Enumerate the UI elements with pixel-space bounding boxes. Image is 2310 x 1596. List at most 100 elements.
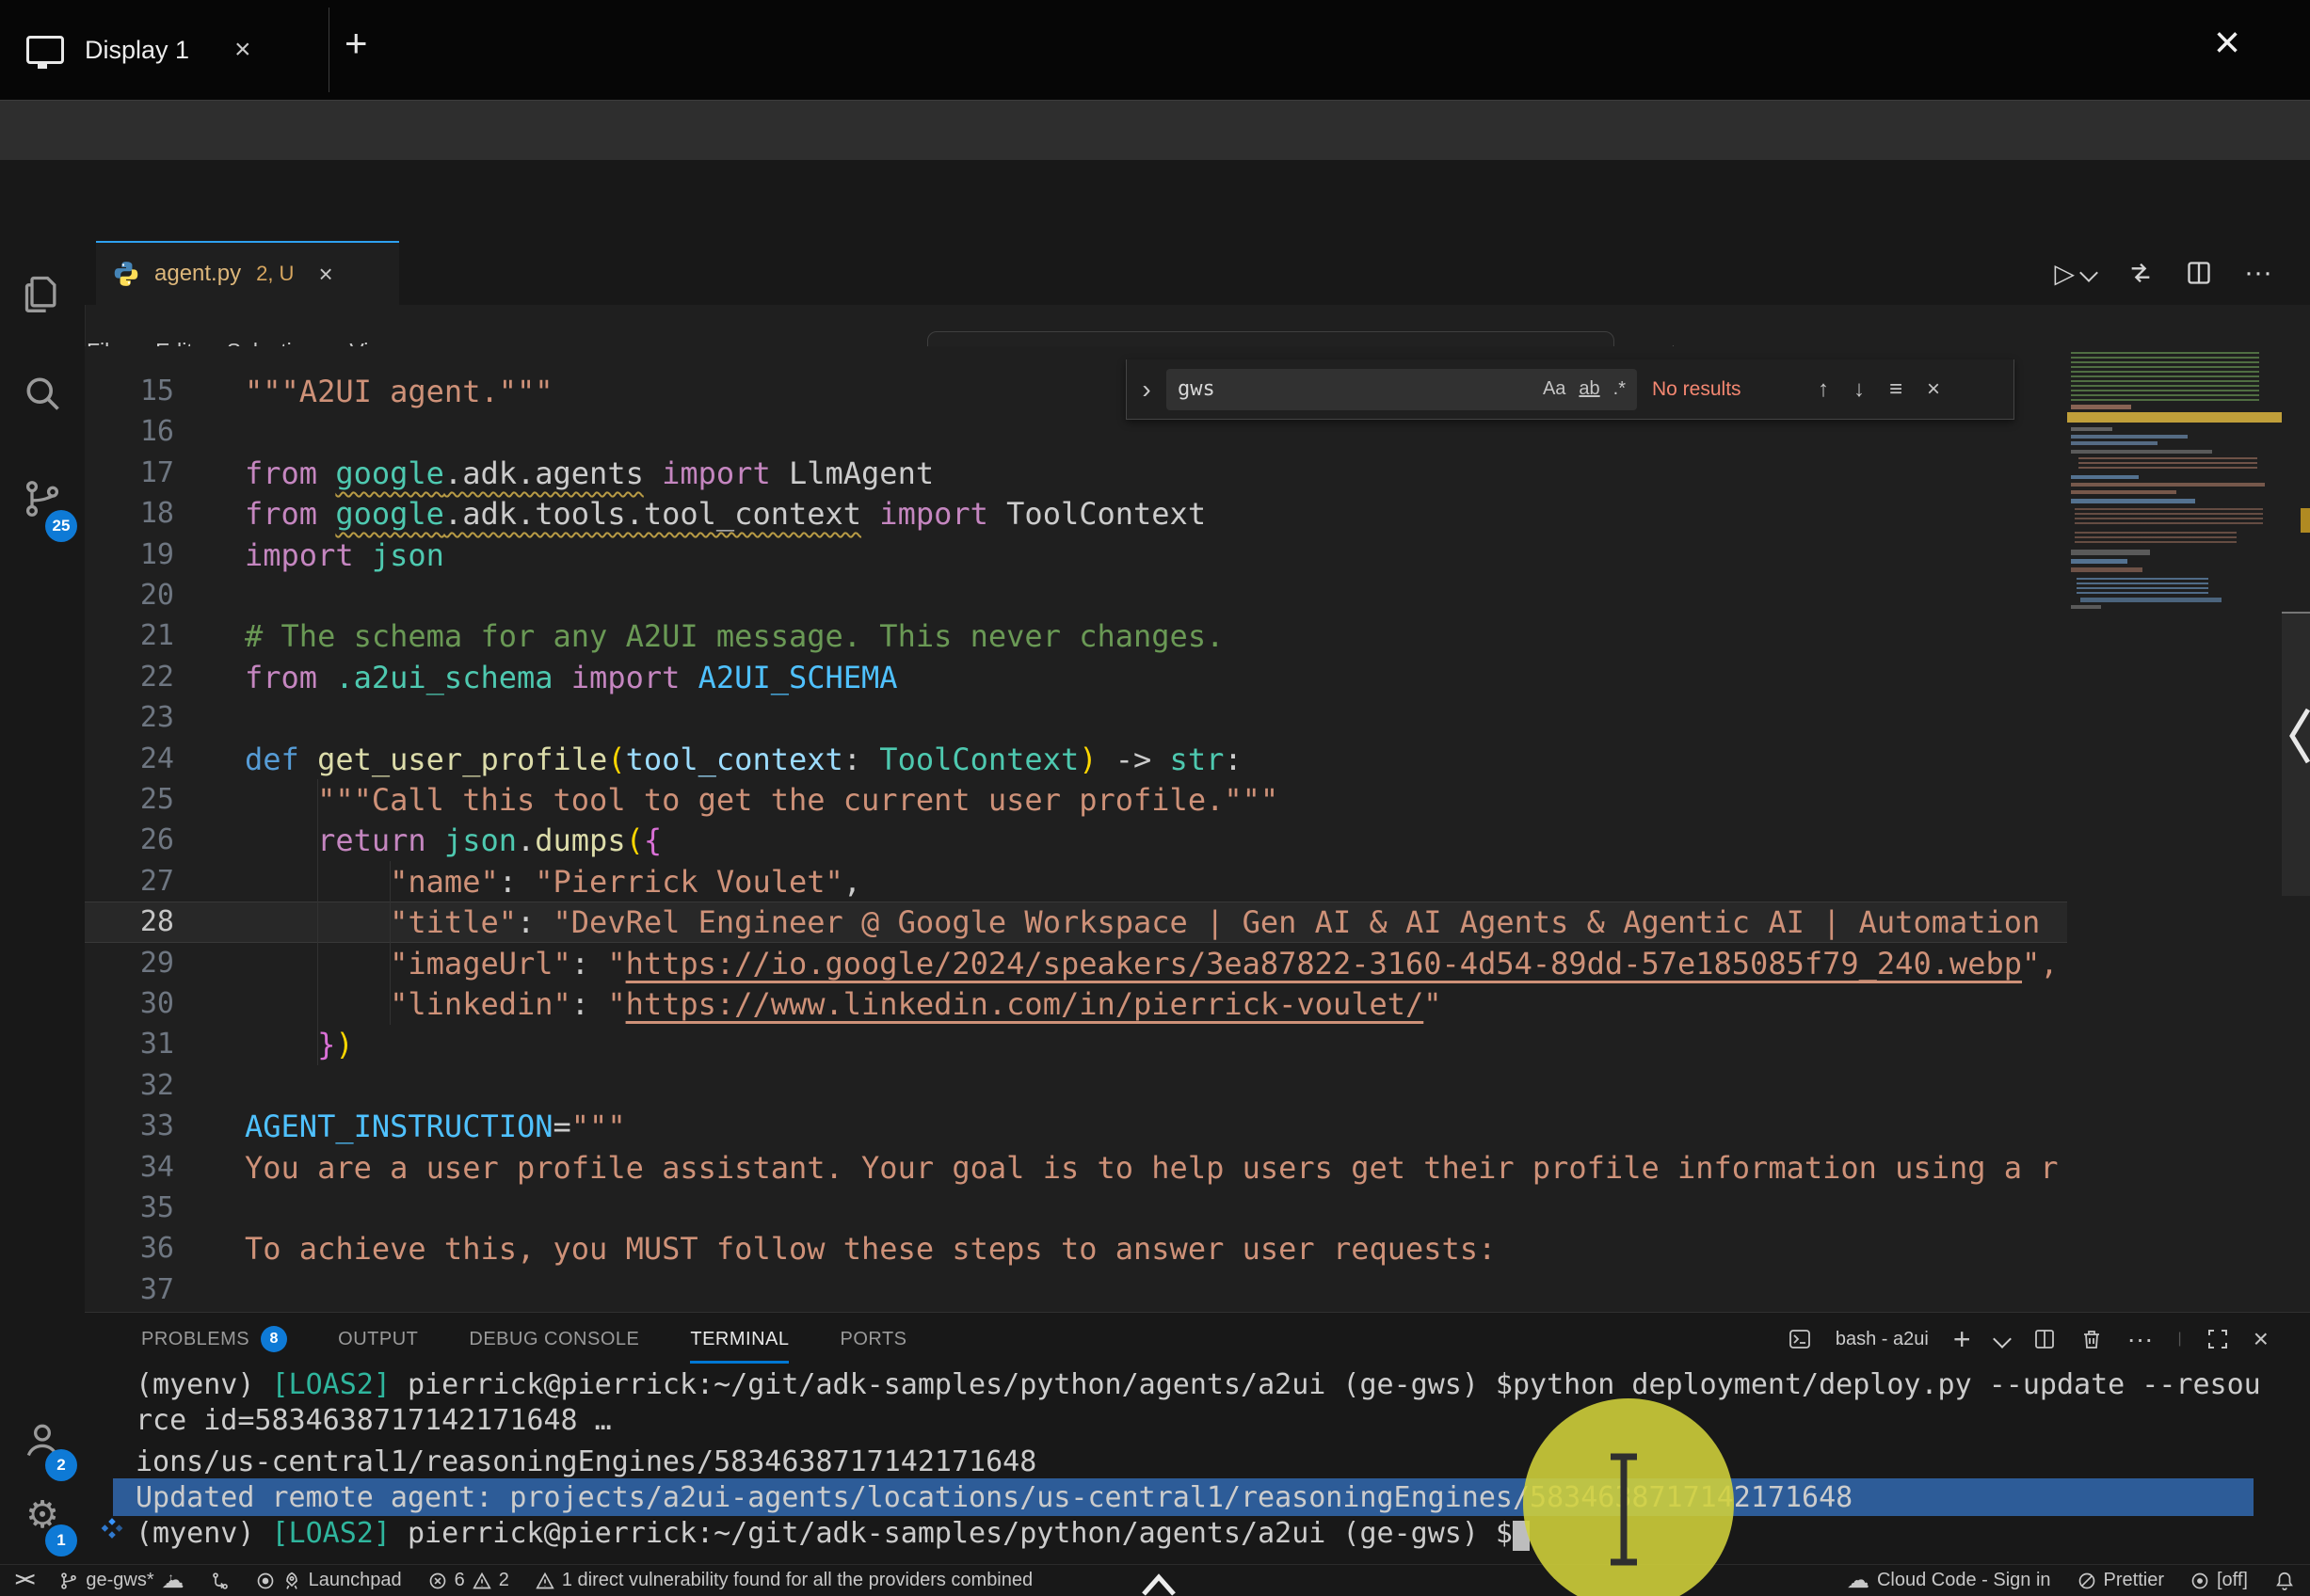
regex-button[interactable]: .* bbox=[1613, 378, 1626, 400]
find-in-selection-icon[interactable]: ≡ bbox=[1889, 376, 1902, 403]
prettier-label: Prettier bbox=[2104, 1570, 2164, 1591]
code-line: 28 "title": "DevRel Engineer @ Google Wo… bbox=[85, 902, 2310, 943]
text-cursor-icon bbox=[1603, 1452, 1644, 1567]
code-line: 35 bbox=[85, 1188, 2310, 1229]
terminal-icon bbox=[1789, 1328, 1811, 1350]
code-line: 26 return json.dumps({ bbox=[85, 820, 2310, 861]
code-line: 20 bbox=[85, 575, 2310, 616]
tab-agent-py[interactable]: agent.py 2, U × bbox=[96, 241, 399, 305]
settings-badge: 1 bbox=[45, 1524, 77, 1556]
vnc-tab-label: Display 1 bbox=[85, 36, 189, 65]
new-terminal-icon[interactable]: + bbox=[1953, 1322, 1971, 1357]
terminal-controls: bash - a2ui + ··· | × bbox=[1789, 1313, 2269, 1365]
find-input[interactable]: gws Aa ab .* bbox=[1166, 369, 1637, 410]
branch-icon bbox=[59, 1572, 78, 1590]
find-status: No results bbox=[1652, 378, 1793, 401]
editor-actions: ▷ ··· bbox=[2054, 241, 2272, 305]
branch-name: ge-gws* bbox=[86, 1570, 153, 1591]
code-editor[interactable]: 15"""A2UI agent."""1617from google.adk.a… bbox=[85, 346, 2310, 1312]
minimap-band bbox=[2071, 405, 2131, 409]
terminal-prompt-line: (myenv) [LOAS2] pierrick@pierrick:~/git/… bbox=[136, 1516, 1530, 1552]
find-expand-icon[interactable]: › bbox=[1127, 375, 1166, 405]
find-close-icon[interactable]: × bbox=[1927, 376, 1940, 403]
minimap-band bbox=[2071, 559, 2127, 564]
find-widget: › gws Aa ab .* No results ↑ ↓ ≡ × bbox=[1126, 359, 2014, 420]
vulnerability-item[interactable]: 1 direct vulnerability found for all the… bbox=[536, 1570, 1033, 1591]
cloud-code-label: Cloud Code - Sign in bbox=[1877, 1570, 2051, 1591]
indent-guide bbox=[390, 861, 391, 1025]
code-line: 34You are a user profile assistant. Your… bbox=[85, 1147, 2310, 1189]
code-line: 29 "imageUrl": "https://io.google/2024/s… bbox=[85, 943, 2310, 984]
terminal-profile-chevron-icon[interactable] bbox=[1993, 1330, 2012, 1349]
explorer-icon[interactable] bbox=[22, 273, 63, 314]
tab-output[interactable]: OUTPUT bbox=[338, 1329, 418, 1350]
panel-more-icon[interactable]: ··· bbox=[2127, 1324, 2154, 1354]
find-previous-icon[interactable]: ↑ bbox=[1818, 376, 1829, 403]
terminal-line: ions/us-central1/reasoningEngines/583463… bbox=[136, 1444, 1036, 1480]
find-next-icon[interactable]: ↓ bbox=[1853, 376, 1865, 403]
edge-panel-handle-icon[interactable] bbox=[2289, 708, 2310, 764]
vnc-close-icon[interactable]: × bbox=[2214, 17, 2240, 69]
line-number: 20 bbox=[85, 575, 174, 616]
remote-indicator[interactable]: >< bbox=[15, 1570, 33, 1591]
screencast-label: [off] bbox=[2217, 1570, 2248, 1591]
prettier-item[interactable]: Prettier bbox=[2077, 1570, 2164, 1591]
line-number: 34 bbox=[85, 1147, 174, 1189]
maximize-panel-icon[interactable] bbox=[2206, 1328, 2229, 1350]
minimap[interactable] bbox=[2067, 350, 2282, 614]
kill-terminal-trash-icon[interactable] bbox=[2080, 1328, 2103, 1350]
line-number: 23 bbox=[85, 697, 174, 739]
sync-branch-icon[interactable] bbox=[211, 1572, 230, 1590]
warning-icon bbox=[473, 1572, 491, 1590]
line-number: 25 bbox=[85, 779, 174, 821]
minimap-band bbox=[2075, 508, 2263, 527]
problems-summary[interactable]: 6 2 bbox=[428, 1570, 509, 1591]
bottom-panel: PROBLEMS 8 OUTPUT DEBUG CONSOLE TERMINAL… bbox=[85, 1312, 2310, 1564]
code-line: 37 bbox=[85, 1269, 2310, 1311]
editor-more-icon[interactable]: ··· bbox=[2244, 257, 2272, 289]
launchpad-item[interactable]: Launchpad bbox=[256, 1570, 402, 1591]
line-number: 22 bbox=[85, 657, 174, 698]
source-control-badge: 25 bbox=[45, 510, 77, 542]
open-changes-icon[interactable] bbox=[2127, 260, 2154, 286]
cloud-code-item[interactable]: ☁ Cloud Code - Sign in bbox=[1847, 1567, 2051, 1594]
tab-problems[interactable]: PROBLEMS 8 bbox=[141, 1326, 287, 1352]
line-number: 27 bbox=[85, 861, 174, 902]
minimap-band bbox=[2071, 605, 2101, 609]
code-line: 36To achieve this, you MUST follow these… bbox=[85, 1228, 2310, 1269]
line-number: 18 bbox=[85, 493, 174, 535]
code-link[interactable]: https://www.linkedin.com/in/pierrick-vou… bbox=[626, 986, 1424, 1022]
whole-word-button[interactable]: ab bbox=[1579, 378, 1599, 400]
terminal-command-decoration-icon[interactable] bbox=[100, 1516, 124, 1540]
tab-debug-console[interactable]: DEBUG CONSOLE bbox=[469, 1329, 639, 1350]
vnc-tab-close-icon[interactable]: × bbox=[234, 34, 251, 66]
git-branch-item[interactable]: ge-gws* ☁ ↑ bbox=[59, 1567, 184, 1594]
line-number: 24 bbox=[85, 739, 174, 780]
minimap-band bbox=[2071, 475, 2139, 479]
code-line: 30 "linkedin": "https://www.linkedin.com… bbox=[85, 983, 2310, 1025]
error-icon bbox=[428, 1572, 447, 1590]
line-number: 15 bbox=[85, 371, 174, 412]
vnc-new-tab-button[interactable]: + bbox=[345, 21, 368, 66]
split-terminal-icon[interactable] bbox=[2033, 1328, 2056, 1350]
screencast-item[interactable]: [off] bbox=[2190, 1570, 2248, 1591]
search-sidebar-icon[interactable] bbox=[22, 373, 63, 414]
tab-ports[interactable]: PORTS bbox=[840, 1329, 906, 1350]
run-chevron-icon[interactable] bbox=[2079, 263, 2098, 282]
tab-close-icon[interactable]: × bbox=[318, 260, 332, 289]
match-case-button[interactable]: Aa bbox=[1543, 378, 1565, 400]
run-button[interactable]: ▷ bbox=[2054, 258, 2075, 289]
terminal-session-label[interactable]: bash - a2ui bbox=[1836, 1329, 1929, 1350]
notifications-bell-icon[interactable] bbox=[2274, 1571, 2295, 1591]
code-line: 22from .a2ui_schema import A2UI_SCHEMA bbox=[85, 657, 2310, 698]
split-editor-icon[interactable] bbox=[2186, 260, 2212, 286]
vulnerability-label: 1 direct vulnerability found for all the… bbox=[562, 1570, 1033, 1591]
line-number: 36 bbox=[85, 1228, 174, 1269]
code-line: 31 }) bbox=[85, 1024, 2310, 1065]
close-panel-icon[interactable]: × bbox=[2254, 1324, 2269, 1354]
code-link[interactable]: https://io.google/2024/speakers/3ea87822… bbox=[626, 946, 2022, 982]
minimap-band bbox=[2071, 435, 2188, 439]
code-line: 18from google.adk.tools.tool_context imp… bbox=[85, 493, 2310, 535]
vnc-tab-display1[interactable]: Display 1 × bbox=[0, 0, 251, 100]
minimap-band bbox=[2071, 490, 2176, 494]
